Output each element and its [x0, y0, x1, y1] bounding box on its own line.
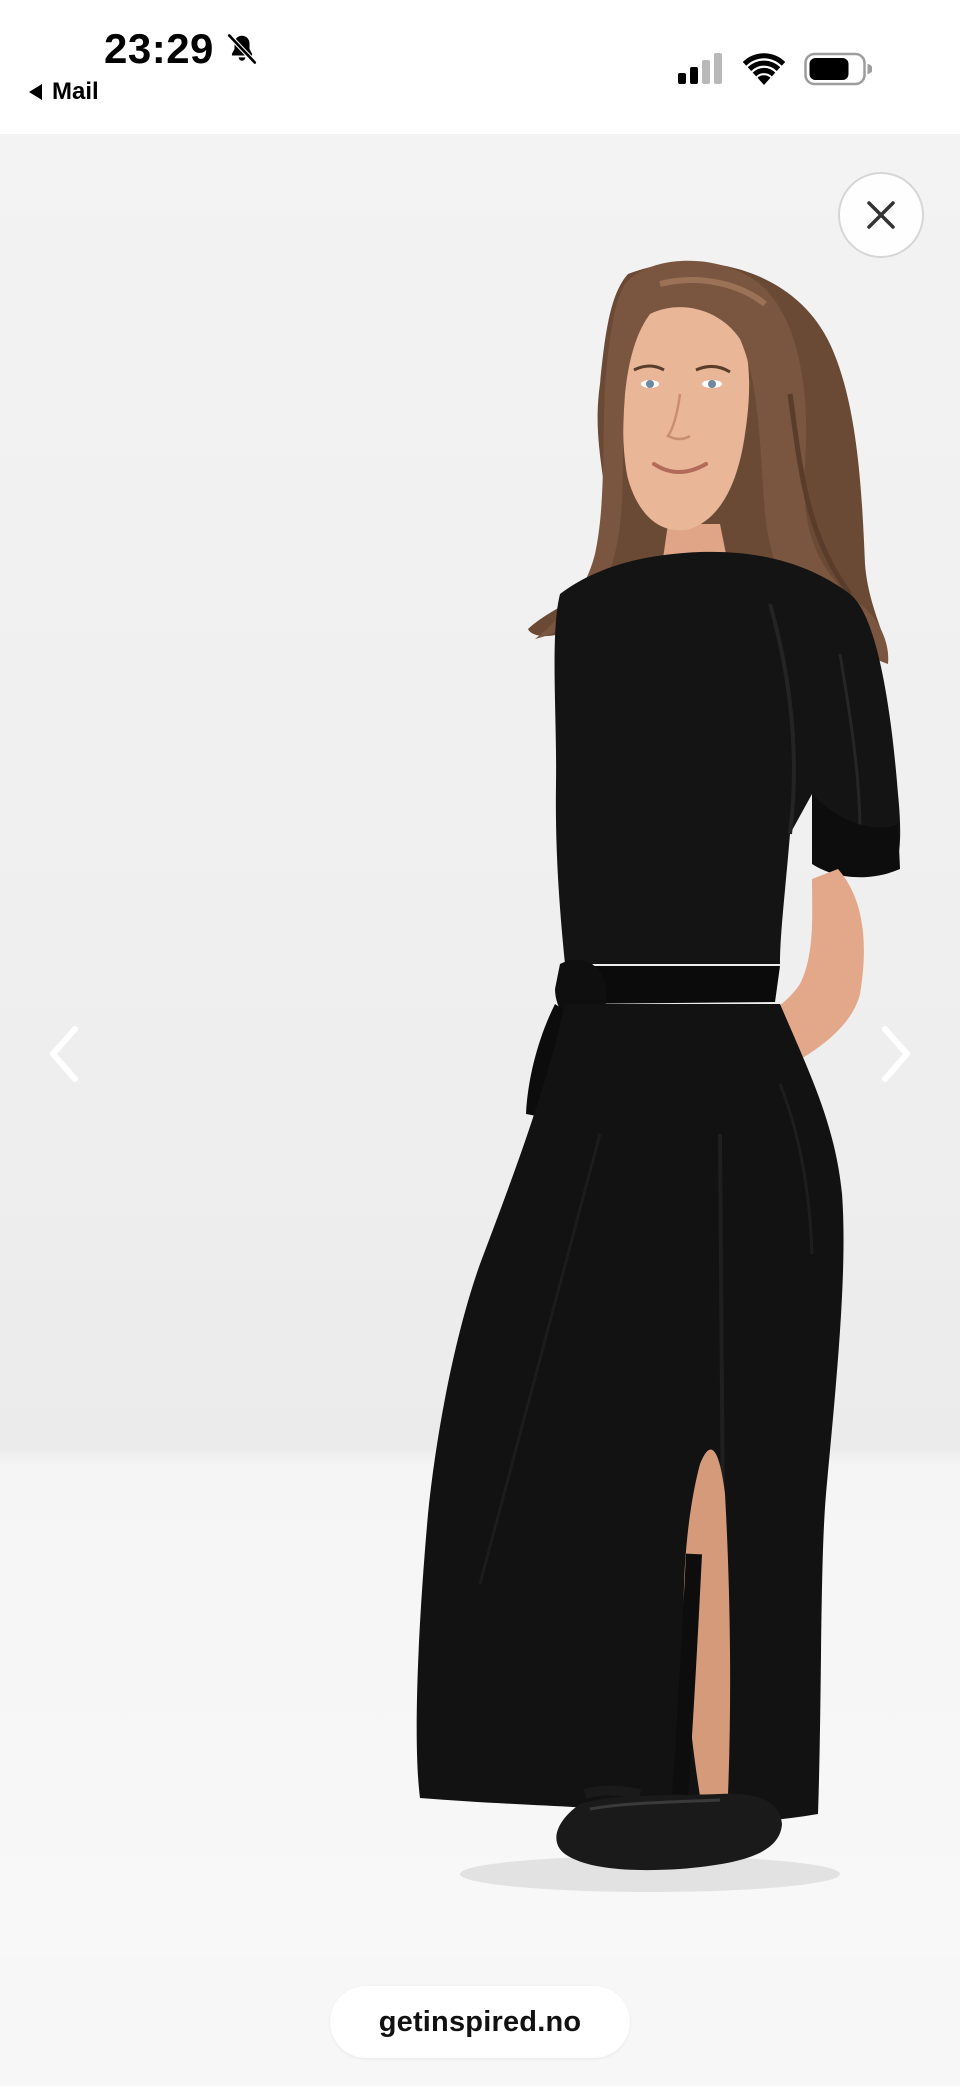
back-triangle-icon — [29, 84, 42, 100]
chevron-right-icon — [882, 1026, 910, 1082]
url-bar[interactable]: getinspired.no — [330, 1986, 630, 2058]
image-viewer[interactable] — [0, 134, 960, 1958]
status-bar: 23:29 Mail — [0, 0, 960, 134]
battery-icon — [804, 52, 872, 86]
back-label: Mail — [52, 78, 99, 105]
close-icon — [867, 201, 895, 229]
back-to-mail-link[interactable]: Mail — [28, 80, 99, 104]
chevron-left-icon — [50, 1026, 78, 1082]
status-icons — [676, 52, 872, 86]
cellular-signal-icon — [678, 53, 722, 84]
next-image-button[interactable] — [866, 1014, 926, 1094]
clock-group: 23:29 — [104, 28, 260, 70]
browser-bottom-bar: getinspired.no — [0, 1958, 960, 2086]
close-button[interactable] — [838, 172, 924, 258]
url-text: getinspired.no — [378, 2005, 582, 2038]
status-time: 23:29 — [104, 25, 214, 72]
wifi-icon — [742, 53, 786, 85]
previous-image-button[interactable] — [34, 1014, 94, 1094]
bell-slash-icon — [227, 33, 257, 65]
product-photo — [416, 260, 901, 1892]
